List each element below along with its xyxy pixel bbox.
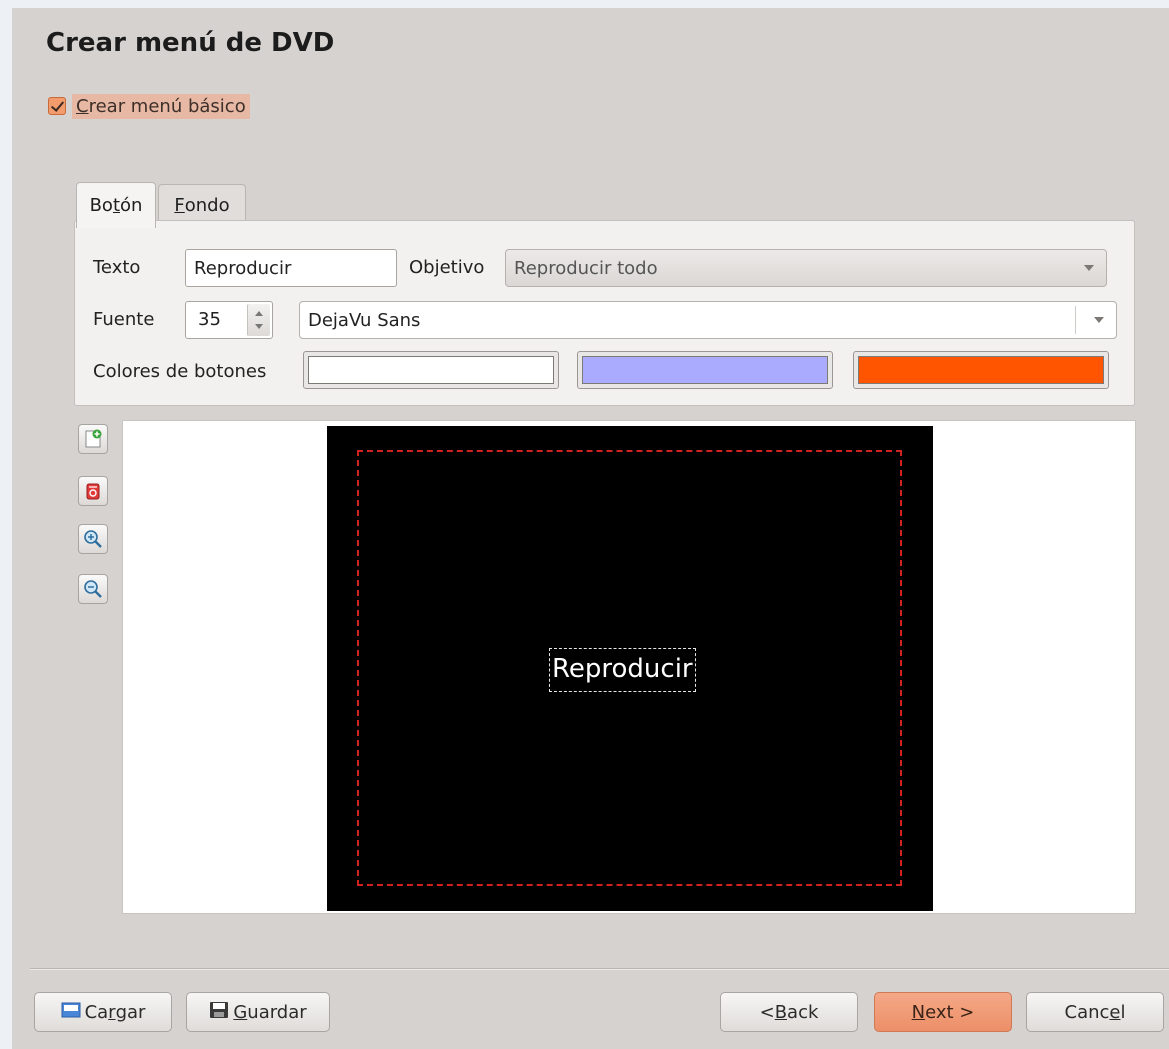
button-settings-panel: Texto Reproducir Objetivo Reproducir tod… [74, 220, 1135, 406]
target-select[interactable]: Reproducir todo [505, 249, 1107, 287]
load-button[interactable]: Ca r gar [34, 992, 172, 1032]
font-size-spinner[interactable]: 35 [185, 301, 273, 339]
zoom-out-icon[interactable] [78, 574, 108, 604]
color-swatch-fill [582, 356, 828, 384]
button-text-input[interactable]: Reproducir [185, 249, 397, 287]
next-button[interactable]: Next > [874, 992, 1012, 1032]
color-swatch-select[interactable] [853, 351, 1109, 389]
save-button[interactable]: Guardar [186, 992, 330, 1032]
font-family-select[interactable]: DejaVu Sans [299, 301, 1117, 339]
menu-preview-area: Reproducir [122, 420, 1136, 914]
color-swatch-fill [308, 356, 554, 384]
color-swatch-normal[interactable] [303, 351, 559, 389]
target-label: Objetivo [409, 257, 485, 278]
color-swatch-fill [858, 356, 1104, 384]
text-label: Texto [93, 257, 141, 278]
spin-down-icon[interactable] [255, 324, 263, 329]
delete-button-icon[interactable] [78, 476, 108, 506]
button-colors-label: Colores de botones [93, 361, 267, 382]
add-button-icon[interactable] [78, 424, 108, 454]
chevron-down-icon [1084, 265, 1094, 271]
folder-icon [61, 1001, 81, 1024]
back-button[interactable]: < Back [720, 992, 858, 1032]
zoom-in-icon[interactable] [78, 524, 108, 554]
page-title: Crear menú de DVD [46, 28, 335, 58]
tab-boton[interactable]: Bo t ón [76, 182, 156, 228]
font-size-value: 35 [198, 309, 221, 330]
menu-canvas[interactable]: Reproducir [327, 426, 933, 911]
chevron-down-icon [1094, 317, 1104, 323]
font-label: Fuente [93, 309, 155, 330]
floppy-save-icon [209, 1001, 229, 1024]
menu-button-item[interactable]: Reproducir [549, 648, 696, 692]
spinner-buttons[interactable] [247, 304, 270, 336]
font-family-value: DejaVu Sans [308, 309, 421, 331]
target-select-value: Reproducir todo [514, 257, 658, 279]
spin-up-icon[interactable] [255, 311, 263, 316]
cancel-button[interactable]: Canc e l [1026, 992, 1164, 1032]
footer-separator [30, 968, 1169, 970]
basic-menu-checkbox-row[interactable]: Crear menú básico [48, 92, 250, 120]
combo-divider [1075, 306, 1076, 334]
basic-menu-label[interactable]: Crear menú básico [72, 93, 250, 119]
color-swatch-highlight[interactable] [577, 351, 833, 389]
basic-menu-checkbox[interactable] [48, 97, 66, 115]
wizard-dialog: Crear menú de DVD Crear menú básico Bo t ó… [12, 8, 1169, 1049]
